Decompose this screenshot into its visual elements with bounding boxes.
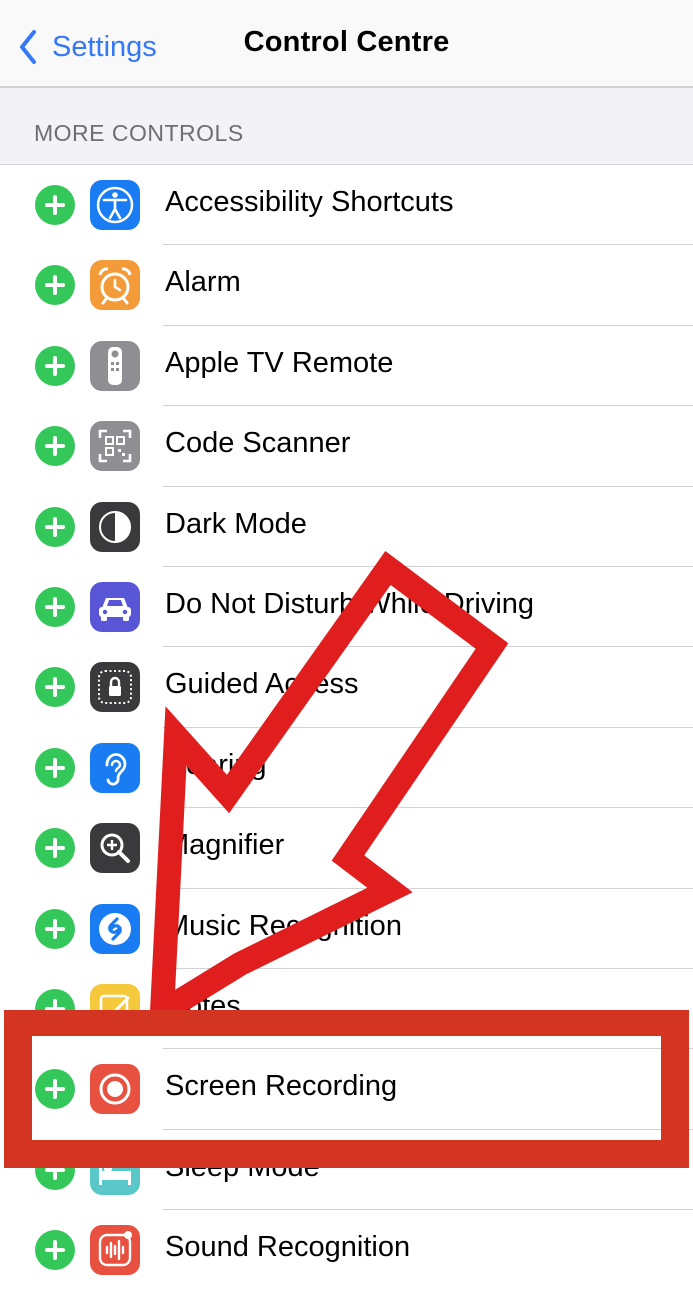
add-button[interactable] <box>35 747 75 788</box>
lock-icon <box>90 662 140 713</box>
ear-icon <box>90 742 140 793</box>
control-label: Music Recognition <box>165 909 402 942</box>
control-label: Do Not Disturb While Driving <box>165 587 535 620</box>
control-label: Hearing <box>165 748 267 781</box>
qr-code-icon <box>90 421 140 472</box>
control-label: Sound Recognition <box>165 1231 411 1264</box>
control-row-do-not-disturb-driving[interactable]: Do Not Disturb While Driving <box>0 567 693 648</box>
shazam-icon <box>90 903 140 954</box>
annotation-highlight-box <box>4 1010 689 1168</box>
page-title: Control Centre <box>243 26 450 58</box>
control-label: Magnifier <box>165 829 285 862</box>
add-button[interactable] <box>35 345 75 386</box>
control-row-alarm[interactable]: Alarm <box>0 245 693 326</box>
control-label: Accessibility Shortcuts <box>165 186 454 218</box>
car-icon <box>90 581 140 632</box>
control-row-sound-recognition[interactable]: Sound Recognition <box>0 1210 693 1290</box>
control-label: Code Scanner <box>165 427 351 460</box>
control-row-accessibility-shortcuts[interactable]: Accessibility Shortcuts <box>0 165 693 246</box>
add-button[interactable] <box>35 908 75 949</box>
add-button[interactable] <box>35 185 75 225</box>
navigation-bar: Settings Control Centre <box>0 0 693 88</box>
add-button[interactable] <box>35 426 75 467</box>
magnifier-icon <box>90 823 140 874</box>
add-button[interactable] <box>35 586 75 627</box>
add-button[interactable] <box>35 265 75 306</box>
add-button[interactable] <box>35 667 75 708</box>
add-button[interactable] <box>35 828 75 869</box>
alarm-clock-icon <box>90 260 140 311</box>
tv-remote-icon <box>90 340 140 391</box>
control-label: Guided Access <box>165 668 359 701</box>
dark-mode-icon <box>90 501 140 552</box>
control-row-code-scanner[interactable]: Code Scanner <box>0 406 693 487</box>
section-header: MORE CONTROLS <box>34 120 244 146</box>
control-label: Apple TV Remote <box>165 346 394 379</box>
control-label: Dark Mode <box>165 507 307 540</box>
add-button[interactable] <box>35 1230 75 1271</box>
control-row-dark-mode[interactable]: Dark Mode <box>0 487 693 567</box>
add-button[interactable] <box>35 506 75 547</box>
control-row-hearing[interactable]: Hearing <box>0 728 693 809</box>
control-label: Alarm <box>165 266 241 299</box>
control-row-magnifier[interactable]: Magnifier <box>0 808 693 889</box>
accessibility-icon <box>90 180 140 230</box>
control-row-guided-access[interactable]: Guided Access <box>0 647 693 728</box>
control-row-music-recognition[interactable]: Music Recognition <box>0 889 693 969</box>
control-row-apple-tv-remote[interactable]: Apple TV Remote <box>0 326 693 407</box>
waveform-icon <box>90 1225 140 1276</box>
